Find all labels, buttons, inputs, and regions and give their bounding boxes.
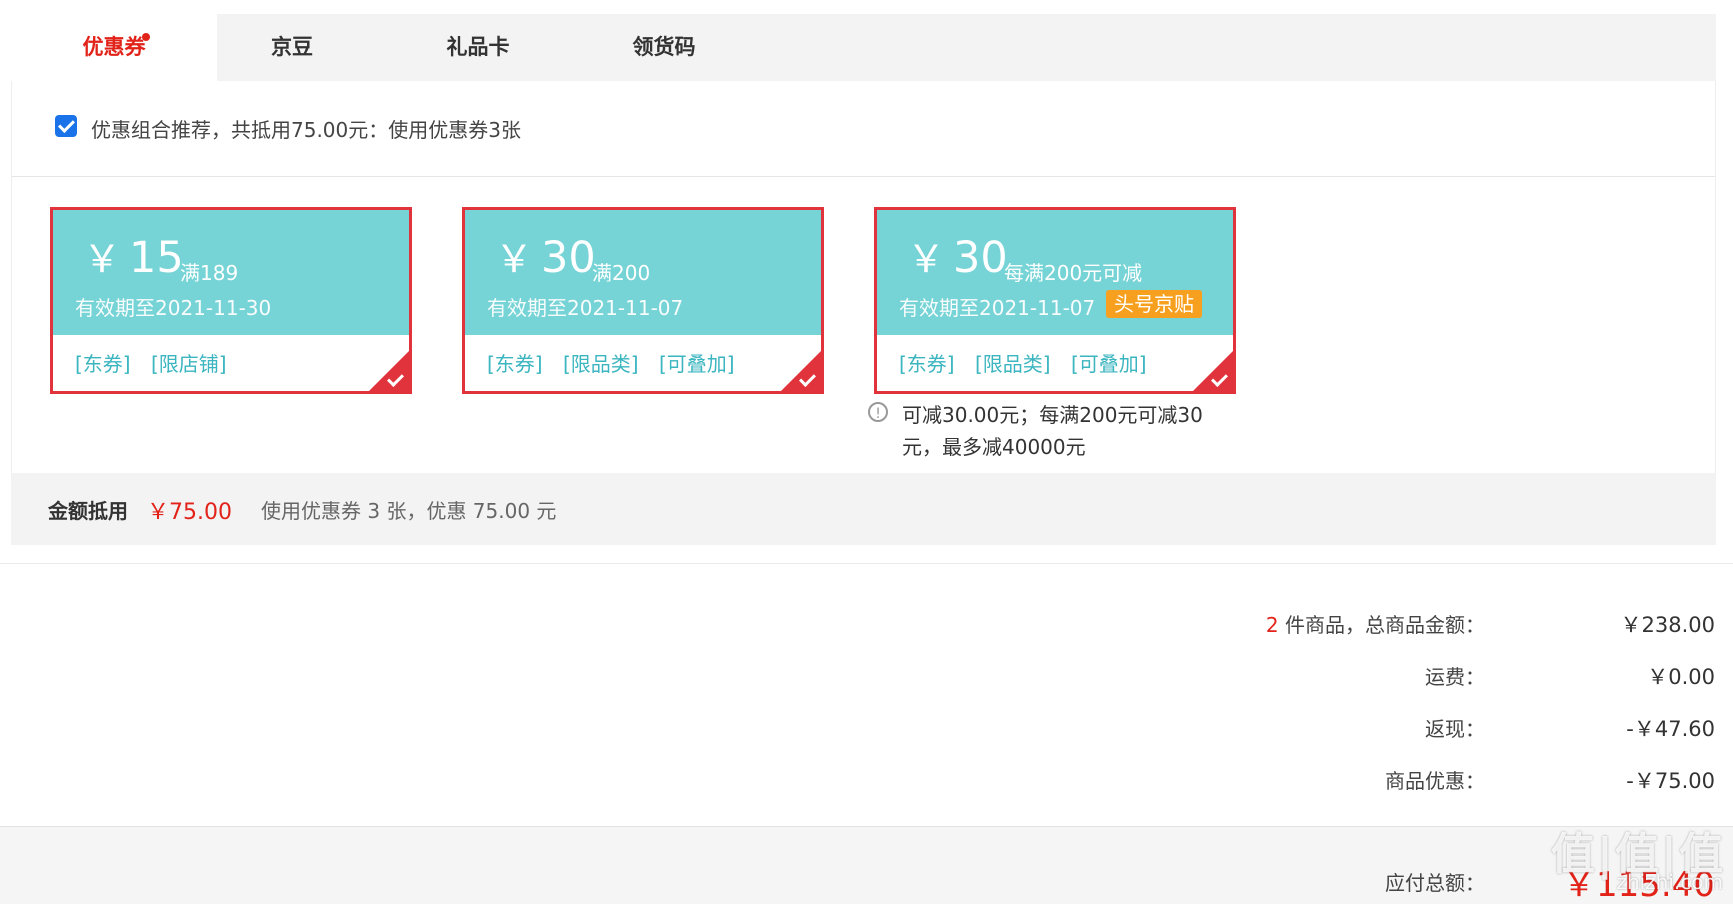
coupon-tag: [限品类] xyxy=(974,352,1051,376)
coupon-tags: [东券] [限品类] [可叠加] xyxy=(899,348,1161,377)
selected-corner xyxy=(781,351,821,391)
tab-label: 优惠券 xyxy=(82,35,146,59)
summary-label: 金额抵用 xyxy=(48,499,128,523)
info-icon: ! xyxy=(868,402,888,422)
total-value: -￥47.60 xyxy=(1626,717,1715,741)
total-row-discount: 商品优惠： -￥75.00 xyxy=(0,765,1733,795)
tab-coupons[interactable]: 优惠券 xyxy=(11,14,217,81)
total-value: ￥238.00 xyxy=(1620,613,1715,637)
coupon-tag: [限品类] xyxy=(562,352,639,376)
recommend-checkbox[interactable] xyxy=(55,115,77,137)
total-label: 商品优惠： xyxy=(1385,769,1485,793)
coupon-card[interactable]: ￥ 15 满189 有效期至2021-11-30 [东券] [限店铺] xyxy=(50,207,412,394)
coupon-validity: 有效期至2021-11-07 xyxy=(899,296,1096,320)
coupon-tag: [东券] xyxy=(899,352,955,376)
total-label: 2 件商品，总商品金额： xyxy=(1265,613,1485,637)
note-line: 可减30.00元；每满200元可减30 xyxy=(902,403,1203,427)
total-value: -￥75.00 xyxy=(1626,769,1715,793)
coupon-validity: 有效期至2021-11-30 xyxy=(75,296,272,320)
coupon-amount: ￥ 30 xyxy=(495,233,596,283)
tab-label: 京豆 xyxy=(271,35,313,59)
tab-jingdou[interactable]: 京豆 xyxy=(189,14,395,81)
coupon-amount: ￥ 30 xyxy=(907,233,1008,283)
coupon-card[interactable]: ￥ 30 每满200元可减 有效期至2021-11-07 头号京贴 [东券] [限… xyxy=(874,207,1236,394)
coupon-tag: [东券] xyxy=(75,352,131,376)
total-row-cashback: 返现： -￥47.60 xyxy=(0,713,1733,743)
total-label: 运费： xyxy=(1425,665,1485,689)
payable-label: 应付总额： xyxy=(1385,871,1485,895)
total-row-goods: 2 件商品，总商品金额： ￥238.00 xyxy=(0,609,1733,639)
coupon-card[interactable]: ￥ 30 满200 有效期至2021-11-07 [东券] [限品类] [可叠加] xyxy=(462,207,824,394)
coupon-tags: [东券] [限店铺] xyxy=(75,348,241,377)
notification-dot xyxy=(142,33,150,41)
tab-label: 礼品卡 xyxy=(446,35,510,59)
divider xyxy=(0,563,1733,564)
tab-pickup-code[interactable]: 领货码 xyxy=(561,14,767,81)
coupon-top: ￥ 30 满200 有效期至2021-11-07 xyxy=(465,210,821,335)
total-label: 返现： xyxy=(1425,717,1485,741)
coupon-tag: [可叠加] xyxy=(658,352,735,376)
coupon-top: ￥ 30 每满200元可减 有效期至2021-11-07 头号京贴 xyxy=(877,210,1233,335)
tab-gift-card[interactable]: 礼品卡 xyxy=(375,14,581,81)
coupon-list: ￥ 15 满189 有效期至2021-11-30 [东券] [限店铺] ￥ 30 满… xyxy=(11,177,1716,473)
coupon-note: ! 可减30.00元；每满200元可减30 元，最多减40000元 xyxy=(868,399,1214,463)
coupon-tags: [东券] [限品类] [可叠加] xyxy=(487,348,749,377)
selected-corner xyxy=(369,351,409,391)
summary-amount: ￥75.00 xyxy=(147,500,232,525)
selected-corner xyxy=(1193,351,1233,391)
payable-footer: 应付总额： ￥115.40 xyxy=(0,826,1733,905)
coupon-top: ￥ 15 满189 有效期至2021-11-30 xyxy=(53,210,409,335)
note-line: 元，最多减40000元 xyxy=(902,435,1086,459)
coupon-validity: 有效期至2021-11-07 xyxy=(487,296,684,320)
total-row-shipping: 运费： ￥0.00 xyxy=(0,661,1733,691)
coupon-tag: [限店铺] xyxy=(150,352,227,376)
watermark-url: zhizhi.com xyxy=(1616,870,1723,894)
tab-label: 领货码 xyxy=(632,35,696,59)
coupon-condition: 每满200元可减 xyxy=(1004,261,1143,285)
recommend-text: 优惠组合推荐，共抵用75.00元：使用优惠券3张 xyxy=(91,118,521,142)
discount-panel: 优惠券 京豆 礼品卡 领货码 优惠组合推荐，共抵用75.00元：使用优惠券3张 … xyxy=(11,14,1716,545)
total-value: ￥0.00 xyxy=(1647,665,1715,689)
coupon-tag: [可叠加] xyxy=(1070,352,1147,376)
discount-tabs: 优惠券 京豆 礼品卡 领货码 xyxy=(11,14,1716,81)
recommend-row: 优惠组合推荐，共抵用75.00元：使用优惠券3张 xyxy=(11,81,1716,177)
discount-summary: 金额抵用 ￥75.00 使用优惠券 3 张，优惠 75.00 元 xyxy=(11,473,1716,545)
coupon-amount: ￥ 15 xyxy=(83,233,184,283)
coupon-badge: 头号京贴 xyxy=(1106,290,1202,318)
summary-description: 使用优惠券 3 张，优惠 75.00 元 xyxy=(261,499,557,523)
coupon-condition: 满200 xyxy=(592,261,651,285)
coupon-tag: [东券] xyxy=(487,352,543,376)
coupon-condition: 满189 xyxy=(180,261,239,285)
